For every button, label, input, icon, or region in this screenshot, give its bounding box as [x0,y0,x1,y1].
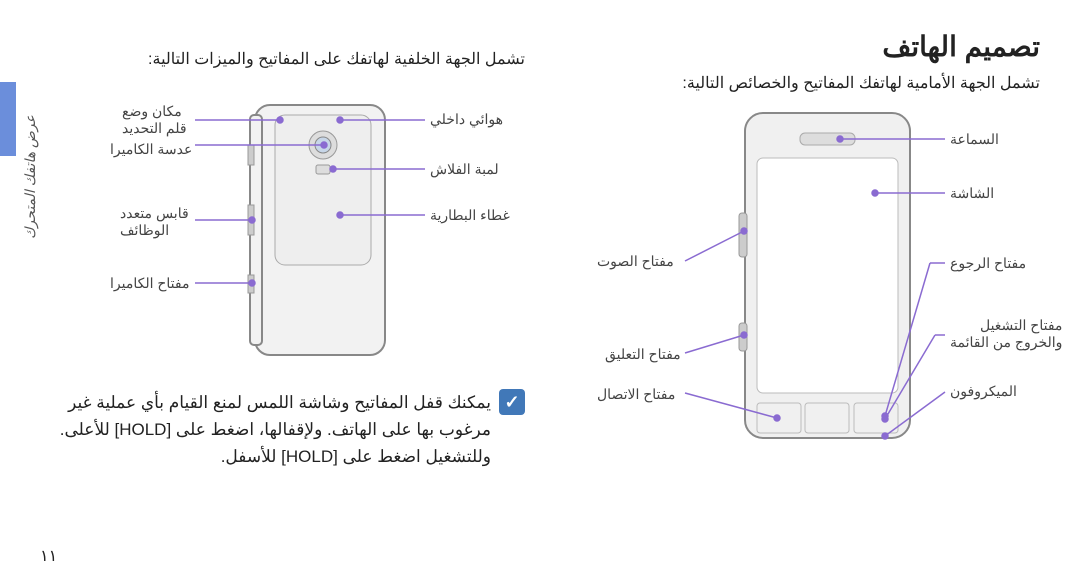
label-back-key: مفتاح الرجوع [950,255,1026,272]
section-tab [0,82,16,156]
label-cover: غطاء البطارية [430,207,510,224]
note-text: يمكنك قفل المفاتيح وشاشة اللمس لمنع القي… [30,389,491,471]
page-number: ١١ [40,546,57,566]
label-strap: مكان وضع قلم التحديد [122,103,187,137]
label-power-key: مفتاح التشغيل والخروج من القائمة [950,317,1062,351]
label-cam-key: مفتاح الكاميرا [110,275,190,292]
label-volume: مفتاح الصوت [597,253,674,270]
back-subtitle: تشمل الجهة الخلفية لهاتفك على المفاتيح و… [30,49,535,69]
label-lens: عدسة الكاميرا [110,141,192,158]
label-speaker: السماعة [950,131,999,148]
phone-back-diagram [30,85,530,385]
label-screen: الشاشة [950,185,994,202]
label-mic: الميكروفون [950,383,1017,400]
label-call: مفتاح الاتصال [597,386,675,403]
label-flash: لمبة الفلاش [430,161,499,178]
label-antenna: هوائي داخلي [430,111,503,128]
label-hold: مفتاح التعليق [605,346,681,363]
note-icon [499,389,525,415]
label-multi: قابس متعدد الوظائف [120,205,189,239]
phone-front-diagram [535,103,1035,473]
